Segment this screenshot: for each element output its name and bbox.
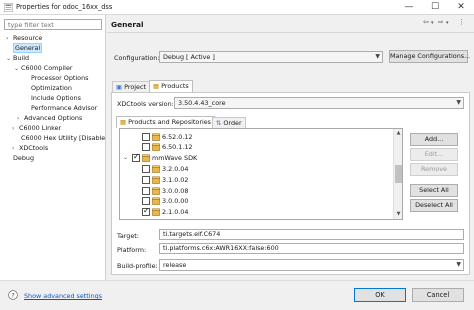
- remove-button[interactable]: Remove: [410, 163, 458, 176]
- header-separator: [107, 32, 474, 33]
- package-icon: [152, 176, 160, 184]
- platform-field[interactable]: ti.platforms.c6x:AWR16XX:false:600: [159, 243, 464, 254]
- minimize-button[interactable]: —: [396, 0, 422, 15]
- view-menu-icon[interactable]: ⋮: [458, 18, 465, 26]
- nav-item-c6000-linker[interactable]: › C6000 Linker: [12, 123, 61, 133]
- package-icon: [152, 197, 160, 205]
- checkbox[interactable]: [142, 165, 150, 173]
- edit-button[interactable]: Edit...: [410, 148, 458, 161]
- title-bar: Properties for odoc_16xx_dss — ☐ ✕: [0, 0, 474, 15]
- add-button[interactable]: Add...: [410, 133, 458, 146]
- nav-item-c6000-compiler[interactable]: ⌄ C6000 Compiler: [14, 63, 73, 73]
- collapse-icon[interactable]: ⌄: [14, 64, 21, 74]
- show-advanced-settings-link[interactable]: Show advanced settings: [24, 292, 102, 300]
- dialog-footer: ? Show advanced settings OK Cancel: [0, 280, 474, 310]
- svg-text:?: ?: [11, 291, 14, 299]
- platform-label: Platform:: [117, 246, 147, 254]
- checkbox[interactable]: [142, 206, 150, 216]
- nav-item-include-options[interactable]: Include Options: [24, 93, 81, 103]
- window-title: Properties for odoc_16xx_dss: [16, 3, 113, 11]
- nav-item-processor-options[interactable]: Processor Options: [24, 73, 88, 83]
- target-field[interactable]: ti.targets.elf.C674: [159, 229, 464, 240]
- collapse-icon[interactable]: ⌄: [6, 54, 13, 64]
- select-all-button[interactable]: Select All: [410, 184, 458, 197]
- package-icon: ▦: [120, 118, 127, 126]
- back-menu-icon[interactable]: ▾: [431, 20, 434, 26]
- nav-item-build[interactable]: ⌄ Build: [6, 53, 29, 63]
- package-icon: [152, 208, 160, 216]
- maximize-button[interactable]: ☐: [422, 0, 448, 15]
- checkbox[interactable]: [132, 152, 140, 162]
- checkbox[interactable]: [142, 176, 150, 184]
- order-icon: ⇅: [216, 119, 222, 127]
- checkbox[interactable]: [142, 187, 150, 195]
- products-tree: 6.52.0.12 6.50.1.12 ⌄ mmWave SDK 3.2.0.0…: [119, 128, 403, 220]
- xdctools-version-select[interactable]: 3.50.4.43_core ▼: [174, 97, 464, 109]
- configuration-select[interactable]: Debug [ Active ] ▼: [159, 51, 383, 63]
- collapse-icon[interactable]: ⌄: [123, 153, 128, 163]
- back-icon[interactable]: ⇦: [423, 18, 429, 26]
- tab-products-and-repositories[interactable]: ▦ Products and Repositories: [116, 116, 216, 128]
- chevron-down-icon: ▼: [456, 261, 461, 268]
- manage-configurations-button[interactable]: Manage Configurations...: [389, 50, 470, 63]
- package-icon: [142, 154, 150, 162]
- property-nav-pane: ›Resource General ⌄Build ⌄C6000 Compiler…: [0, 15, 106, 280]
- page-title: General: [111, 20, 144, 29]
- chevron-down-icon: ▼: [375, 53, 380, 60]
- nav-item-advanced-options[interactable]: › Advanced Options: [17, 113, 82, 123]
- build-profile-select[interactable]: release ▼: [159, 259, 464, 271]
- nav-item-debug[interactable]: Debug: [6, 153, 34, 163]
- chevron-down-icon: ▼: [456, 99, 461, 106]
- help-icon[interactable]: ?: [8, 290, 18, 300]
- app-icon: [4, 3, 13, 12]
- deselect-all-button[interactable]: Deselect All: [410, 199, 458, 212]
- ok-button[interactable]: OK: [354, 288, 406, 302]
- package-icon: [152, 165, 160, 173]
- forward-icon[interactable]: ⇨: [438, 18, 444, 26]
- configuration-label: Configuration:: [114, 54, 160, 62]
- checkbox[interactable]: [142, 143, 150, 151]
- checkbox[interactable]: [142, 197, 150, 205]
- filter-input[interactable]: [4, 19, 102, 30]
- package-icon: ▦: [153, 82, 160, 90]
- nav-item-xdctools[interactable]: › XDCtools: [12, 143, 48, 153]
- nav-item-general[interactable]: General: [6, 43, 43, 53]
- target-label: Target:: [117, 232, 139, 240]
- package-icon: [152, 133, 160, 141]
- scroll-up-icon[interactable]: ▲: [395, 130, 402, 137]
- build-profile-label: Build-profile:: [117, 262, 158, 270]
- nav-item-resource[interactable]: › Resource: [6, 33, 42, 43]
- cancel-button[interactable]: Cancel: [412, 288, 464, 302]
- xdctools-version-label: XDCtools version:: [117, 100, 174, 108]
- package-icon: [152, 187, 160, 195]
- products-scrollbar[interactable]: ▲ ▼: [393, 129, 402, 219]
- checkbox[interactable]: [142, 133, 150, 141]
- scroll-down-icon[interactable]: ▼: [395, 211, 402, 218]
- nav-item-optimization[interactable]: Optimization: [24, 83, 72, 93]
- close-button[interactable]: ✕: [448, 0, 474, 15]
- forward-menu-icon[interactable]: ▾: [446, 20, 449, 26]
- project-icon: ▣: [116, 83, 123, 91]
- nav-item-performance-advisor[interactable]: Performance Advisor: [24, 103, 97, 113]
- nav-item-c6000-hex-utility[interactable]: C6000 Hex Utility [Disable: [14, 133, 105, 143]
- package-icon: [152, 143, 160, 151]
- scroll-thumb[interactable]: [395, 165, 402, 183]
